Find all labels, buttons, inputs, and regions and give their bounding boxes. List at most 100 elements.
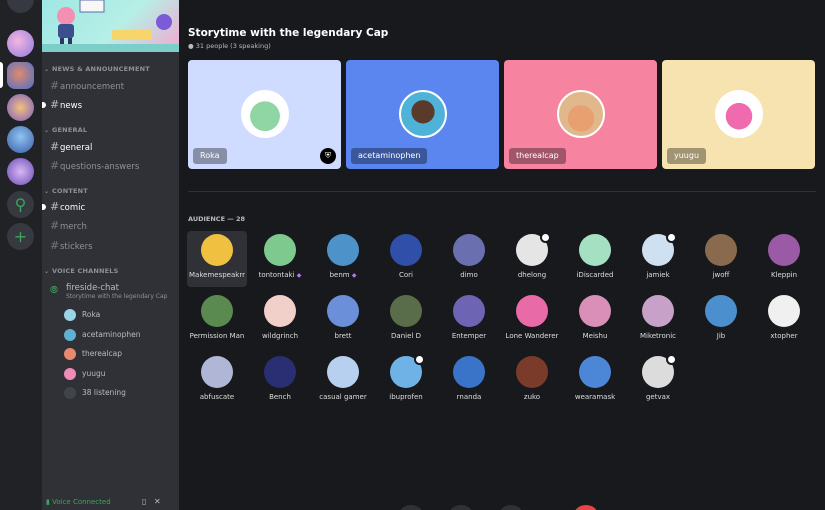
audience-member[interactable]: casual gamer: [313, 353, 373, 409]
category-content[interactable]: ⌄ CONTENT: [44, 187, 88, 195]
server-rail: ⚲ +: [0, 0, 42, 510]
channel-comic[interactable]: #comic: [42, 199, 174, 215]
audience-header: AUDIENCE — 28: [188, 215, 246, 223]
people-icon: ●: [188, 42, 194, 50]
channel-news[interactable]: #news: [42, 97, 174, 113]
audience-member[interactable]: Entemper: [439, 292, 499, 348]
avatar: [516, 356, 548, 388]
signal-icon: ▮: [46, 498, 50, 506]
audience-member[interactable]: dimo: [439, 231, 499, 287]
avatar: [579, 356, 611, 388]
category-voice-channels[interactable]: ⌄ VOICE CHANNELS: [44, 267, 119, 275]
mute-button[interactable]: [499, 505, 523, 510]
audience-member[interactable]: dhelong: [502, 231, 562, 287]
avatar: [64, 309, 76, 321]
avatar: [201, 234, 233, 266]
voice-user-yuugu[interactable]: yuugu: [64, 366, 174, 382]
voice-connected-status[interactable]: ▮ Voice Connected: [46, 498, 111, 506]
audience-member[interactable]: Cori: [376, 231, 436, 287]
share-button[interactable]: [449, 505, 473, 510]
server-icon-4[interactable]: [7, 126, 34, 153]
channel-stickers[interactable]: #stickers: [46, 238, 174, 254]
voice-user-roka[interactable]: Roka: [64, 307, 174, 323]
channel-questions-answers[interactable]: #questions-answers: [46, 158, 174, 174]
channel-announcement[interactable]: #announcement: [46, 78, 174, 94]
channel-sidebar: ⌄ NEWS & ANNOUNCEMENT #announcement #news…: [42, 0, 179, 510]
avatar: [264, 356, 296, 388]
audience-member[interactable]: brett: [313, 292, 373, 348]
server-icon-2[interactable]: [7, 62, 34, 89]
channel-general[interactable]: #general: [46, 139, 174, 155]
server-icon-1[interactable]: [7, 30, 34, 57]
avatar: [64, 368, 76, 380]
moderator-shield-icon: ⛨: [320, 148, 336, 164]
category-general[interactable]: ⌄ GENERAL: [44, 126, 87, 134]
avatar: [390, 234, 422, 266]
audience-member[interactable]: tontontaki ◆: [250, 231, 310, 287]
audience-member[interactable]: rnanda: [439, 353, 499, 409]
stage-icon: ⦾: [50, 285, 58, 296]
active-server-indicator: [0, 62, 3, 88]
raised-hand-icon: [414, 354, 425, 365]
audience-member[interactable]: Meishu: [565, 292, 625, 348]
server-icon-3[interactable]: [7, 94, 34, 121]
audience-member[interactable]: jamiek: [628, 231, 688, 287]
hash-icon: #: [50, 219, 60, 232]
disconnect-icon[interactable]: ✕: [154, 497, 161, 506]
stage-participant-count: ● 31 people (3 speaking): [188, 42, 271, 50]
audience-member[interactable]: Lone Wanderer: [502, 292, 562, 348]
discord-window: ⚲ + ⌄ NEWS & ANNOUNCEMENT #announcement #…: [0, 0, 825, 510]
avatar: [579, 295, 611, 327]
server-banner: [42, 0, 179, 52]
speaker-tile-yuugu[interactable]: yuugu: [662, 60, 815, 169]
leave-button[interactable]: [574, 505, 598, 510]
audience-member[interactable]: abfuscate: [187, 353, 247, 409]
avatar: [64, 348, 76, 360]
speaker-tile-roka[interactable]: Roka ⛨: [188, 60, 341, 169]
plus-icon[interactable]: +: [7, 223, 34, 250]
section-divider: [188, 191, 816, 192]
audience-member[interactable]: Bench: [250, 353, 310, 409]
audience-member[interactable]: wearamask: [565, 353, 625, 409]
audience-member[interactable]: ibuprofen: [376, 353, 436, 409]
audience-member[interactable]: jwoff: [691, 231, 751, 287]
audience-member[interactable]: benm ◆: [313, 231, 373, 287]
stage-title: Storytime with the legendary Cap: [188, 27, 389, 39]
voice-user-therealcap[interactable]: therealcap: [64, 346, 174, 362]
audience-member[interactable]: Makemespeakrr: [187, 231, 247, 287]
camera-button[interactable]: [399, 505, 423, 510]
audience-member[interactable]: getvax: [628, 353, 688, 409]
channel-merch[interactable]: #merch: [46, 218, 174, 234]
hash-icon: #: [50, 140, 60, 153]
voice-listening-count[interactable]: 38 listening: [64, 385, 174, 401]
server-icon-5[interactable]: [7, 158, 34, 185]
avatar: [705, 234, 737, 266]
search-icon[interactable]: ⚲: [7, 191, 34, 218]
audience-member[interactable]: Miketronic: [628, 292, 688, 348]
avatar: [768, 295, 800, 327]
audience-member[interactable]: iDiscarded: [565, 231, 625, 287]
raised-hand-icon: [666, 232, 677, 243]
category-news[interactable]: ⌄ NEWS & ANNOUNCEMENT: [44, 65, 150, 73]
voice-user-acetaminophen[interactable]: acetaminophen: [64, 327, 174, 343]
raised-hand-icon: [540, 232, 551, 243]
avatar: [557, 90, 605, 138]
avatar: [201, 356, 233, 388]
stage-view: Storytime with the legendary Cap ● 31 pe…: [179, 0, 825, 510]
audience-member[interactable]: wildgrinch: [250, 292, 310, 348]
home-button[interactable]: [7, 0, 34, 13]
soundboard-icon[interactable]: ▯: [142, 497, 146, 506]
audience-member[interactable]: zuko: [502, 353, 562, 409]
hash-icon: #: [50, 200, 60, 213]
avatar: [705, 295, 737, 327]
speaker-tile-therealcap[interactable]: therealcap: [504, 60, 657, 169]
audience-member[interactable]: Kleppin: [754, 231, 814, 287]
audience-member[interactable]: xtopher: [754, 292, 814, 348]
audience-member[interactable]: Jib: [691, 292, 751, 348]
speaker-tile-acetaminophen[interactable]: acetaminophen: [346, 60, 499, 169]
audience-member[interactable]: Permission Man: [187, 292, 247, 348]
hash-icon: #: [50, 159, 60, 172]
audience-member[interactable]: Daniel D: [376, 292, 436, 348]
avatar: [579, 234, 611, 266]
avatar: [390, 295, 422, 327]
